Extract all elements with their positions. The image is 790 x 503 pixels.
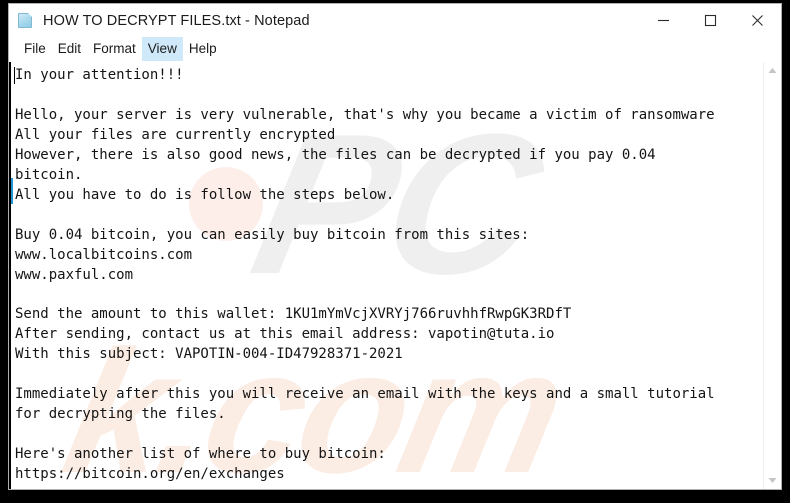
minimize-button[interactable] [640, 4, 687, 37]
text-caret [14, 67, 15, 84]
scroll-down-button[interactable] [764, 472, 781, 489]
vertical-scrollbar[interactable] [763, 62, 781, 489]
text-editor[interactable]: PC k.com In your attention!!! Hello, you… [9, 62, 763, 489]
menu-item-file[interactable]: File [18, 37, 52, 61]
minimize-icon [658, 19, 669, 22]
menu-item-format[interactable]: Format [87, 37, 142, 61]
window-title: HOW TO DECRYPT FILES.txt - Notepad [43, 12, 310, 29]
chevron-down-icon [768, 478, 777, 483]
notepad-window: HOW TO DECRYPT FILES.txt - Notepad File … [8, 3, 782, 490]
maximize-icon [704, 14, 717, 27]
scroll-up-button[interactable] [764, 62, 781, 79]
menu-item-view[interactable]: View [141, 37, 183, 61]
left-edge-marker [11, 178, 13, 204]
notepad-document-icon [18, 12, 35, 29]
editor-area: PC k.com In your attention!!! Hello, you… [9, 61, 781, 489]
menu-item-edit[interactable]: Edit [52, 37, 87, 61]
maximize-button[interactable] [687, 4, 734, 37]
menu-item-help[interactable]: Help [183, 37, 223, 61]
close-icon [752, 15, 763, 26]
title-bar[interactable]: HOW TO DECRYPT FILES.txt - Notepad [9, 4, 781, 37]
chevron-up-icon [768, 68, 777, 73]
window-controls [640, 4, 781, 37]
close-button[interactable] [734, 4, 781, 37]
scrollbar-track[interactable] [764, 79, 781, 472]
menu-bar: File Edit Format View Help [9, 37, 781, 61]
ransom-note-text[interactable]: In your attention!!! Hello, your server … [11, 62, 763, 485]
